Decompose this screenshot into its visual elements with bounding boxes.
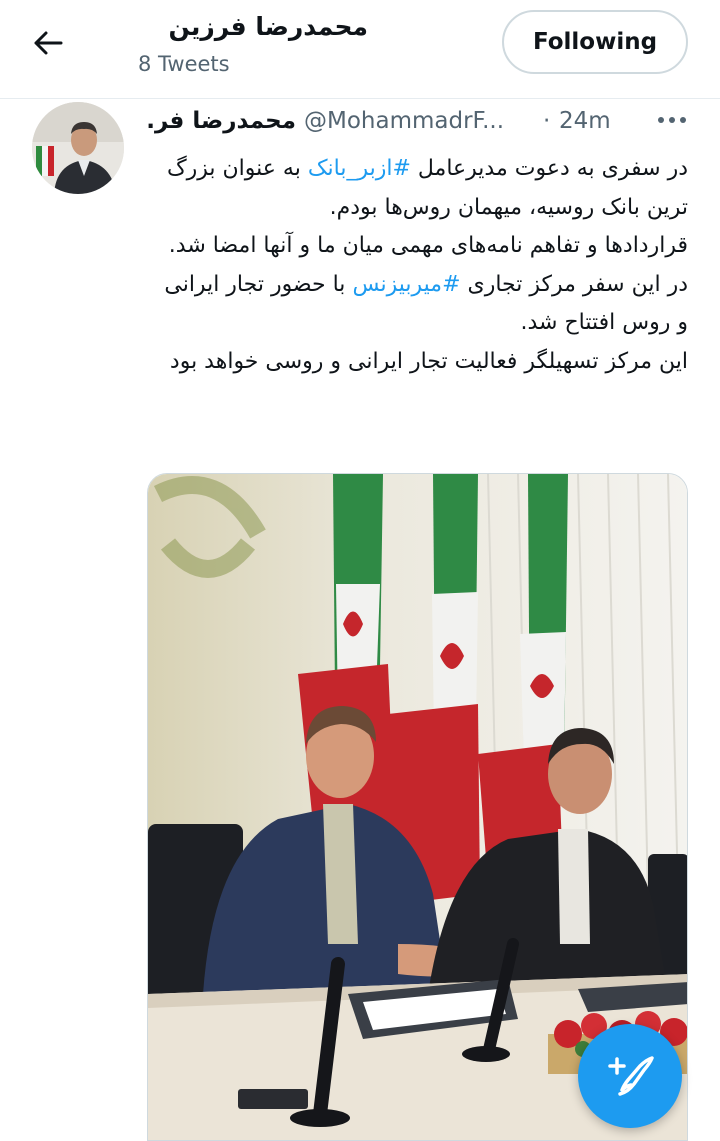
avatar-image xyxy=(32,102,124,194)
user-handle[interactable]: @MohammadrF... xyxy=(304,108,504,134)
more-button[interactable] xyxy=(652,104,692,136)
tweet-paragraph: قراردادها و تفاهم نامه‌های مهمی میان ما … xyxy=(168,233,688,258)
display-name[interactable]: محمدرضا فر... xyxy=(148,108,296,134)
profile-header: محمدرضا فرزین 8 Tweets Following xyxy=(0,0,720,99)
avatar[interactable] xyxy=(32,102,124,194)
tweet-paragraph: در این سفر مرکز تجاری #میربیزنس با حضور … xyxy=(164,271,688,336)
arrow-left-icon xyxy=(34,31,63,55)
following-button[interactable]: Following xyxy=(502,10,688,74)
tweet-meta: محمدرضا فر... @MohammadrF... · 24m xyxy=(148,108,698,144)
tweet-time[interactable]: 24m xyxy=(559,108,611,134)
meta-separator: · xyxy=(543,108,551,134)
back-button[interactable] xyxy=(22,20,74,66)
tweet-paragraph: این مرکز تسهیلگر فعالیت تجار ایرانی و رو… xyxy=(169,348,688,374)
compose-tweet-icon xyxy=(608,1056,654,1096)
more-horizontal-icon xyxy=(658,117,686,123)
hashtag-link[interactable]: #میربیزنس xyxy=(352,272,460,297)
tweet-count: 8 Tweets xyxy=(138,52,230,76)
tweet-paragraph: در سفری به دعوت مدیرعامل #ازبر_بانک به ع… xyxy=(166,156,688,220)
hashtag-link[interactable]: #ازبر_بانک xyxy=(308,156,411,181)
profile-name-title: محمدرضا فرزین xyxy=(168,12,368,41)
compose-tweet-button[interactable] xyxy=(578,1024,682,1128)
tweet-text: در سفری به دعوت مدیرعامل #ازبر_بانک به ع… xyxy=(148,150,688,381)
